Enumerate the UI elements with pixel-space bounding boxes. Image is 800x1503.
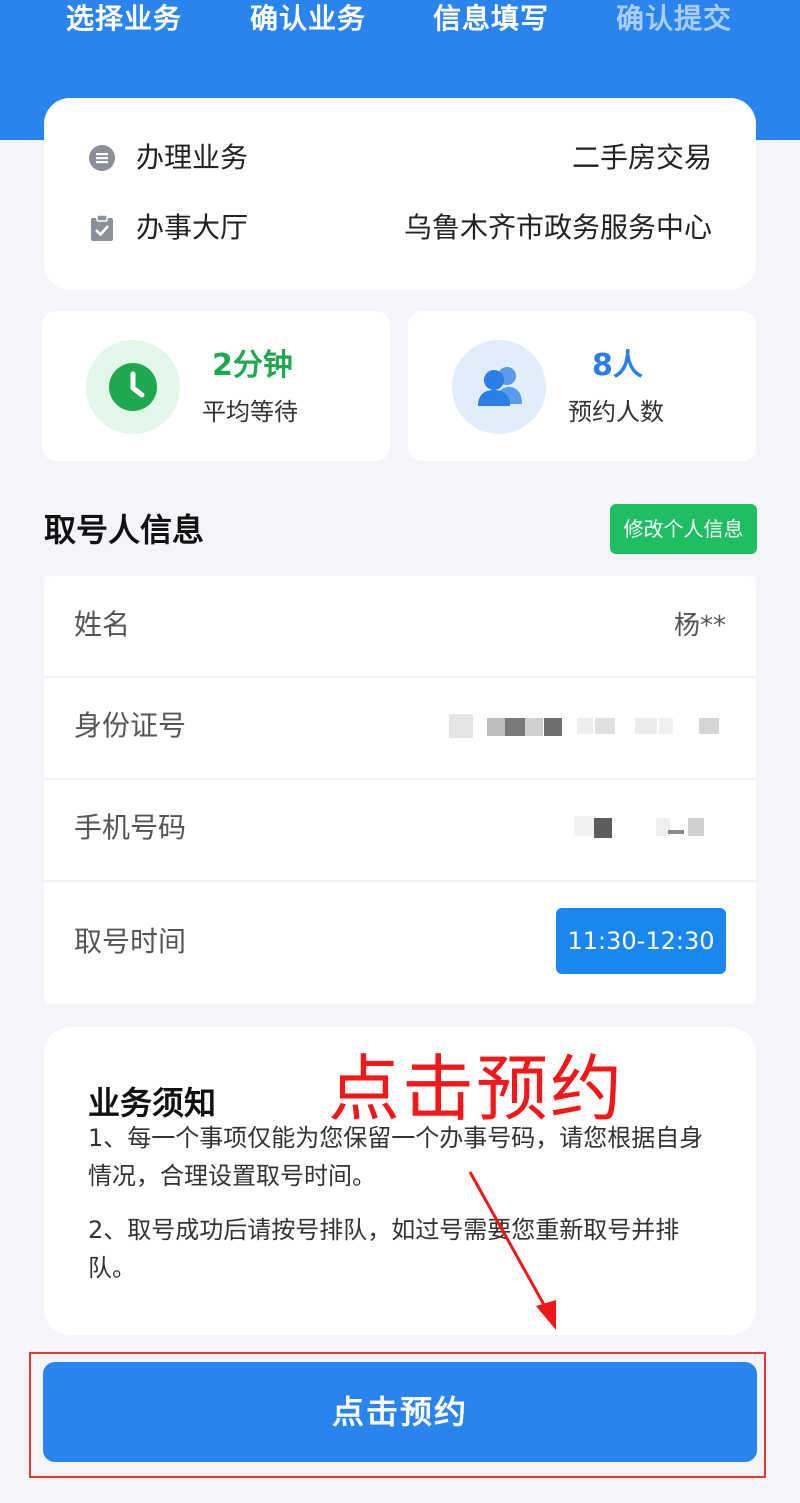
phone-label: 手机号码 — [74, 811, 187, 844]
step-fill-info: 信息填写 — [433, 2, 550, 35]
phone-row: 手机号码 — [44, 780, 756, 880]
id-number-row: 身份证号 — [44, 678, 756, 778]
business-row-service: 办理业务 二手房交易 — [88, 138, 712, 178]
clock-icon — [109, 363, 157, 411]
step-select-business: 选择业务 — [66, 2, 183, 35]
service-value: 二手房交易 — [571, 141, 712, 174]
avg-wait-value: 2分钟 — [212, 348, 293, 383]
id-number-masked-value — [449, 714, 724, 738]
people-badge — [452, 340, 546, 434]
annotation-label: 点击预约 — [328, 1047, 625, 1131]
notice-item-2: 2、取号成功后请按号排队，如过号需要您重新取号并排队。 — [88, 1216, 680, 1282]
applicant-info-list: 姓名 杨** 身份证号 手机号码 取号时间 11:30-12:30 — [44, 576, 756, 1004]
booked-people-card: 8人 预约人数 — [408, 311, 756, 461]
booked-people-value: 8人 — [592, 348, 643, 383]
service-label: 办理业务 — [136, 141, 249, 174]
list-circle-icon — [89, 145, 115, 171]
applicant-section-title: 取号人信息 — [44, 511, 205, 549]
clock-badge — [86, 340, 180, 434]
booked-people-label: 预约人数 — [568, 398, 664, 426]
id-number-label: 身份证号 — [74, 709, 187, 742]
step-progress-bar: 选择业务 确认业务 信息填写 确认提交 — [0, 0, 800, 40]
step-confirm-business: 确认业务 — [250, 2, 367, 35]
users-icon — [478, 367, 522, 406]
name-row: 姓名 杨** — [44, 576, 756, 676]
hall-label: 办事大厅 — [136, 211, 249, 244]
name-value: 杨** — [673, 611, 726, 641]
clipboard-check-icon — [91, 214, 113, 241]
edit-personal-info-button[interactable]: 修改个人信息 — [610, 504, 757, 554]
hall-value: 乌鲁木齐市政务服务中心 — [403, 211, 712, 244]
step-confirm-submit: 确认提交 — [616, 2, 733, 35]
pickup-time-label: 取号时间 — [74, 925, 187, 958]
appointment-page: 选择业务 确认业务 信息填写 确认提交 办理业务 二手房交易 办事大厅 乌鲁木齐… — [0, 0, 800, 1503]
business-summary-card: 办理业务 二手房交易 办事大厅 乌鲁木齐市政务服务中心 — [44, 98, 756, 290]
avg-wait-label: 平均等待 — [202, 398, 298, 426]
name-label: 姓名 — [74, 608, 131, 641]
phone-masked-value — [564, 816, 734, 840]
submit-appointment-button[interactable]: 点击预约 — [43, 1362, 757, 1462]
avg-wait-card: 2分钟 平均等待 — [42, 311, 390, 461]
pickup-time-button[interactable]: 11:30-12:30 — [556, 908, 726, 974]
business-row-hall: 办事大厅 乌鲁木齐市政务服务中心 — [88, 208, 712, 248]
